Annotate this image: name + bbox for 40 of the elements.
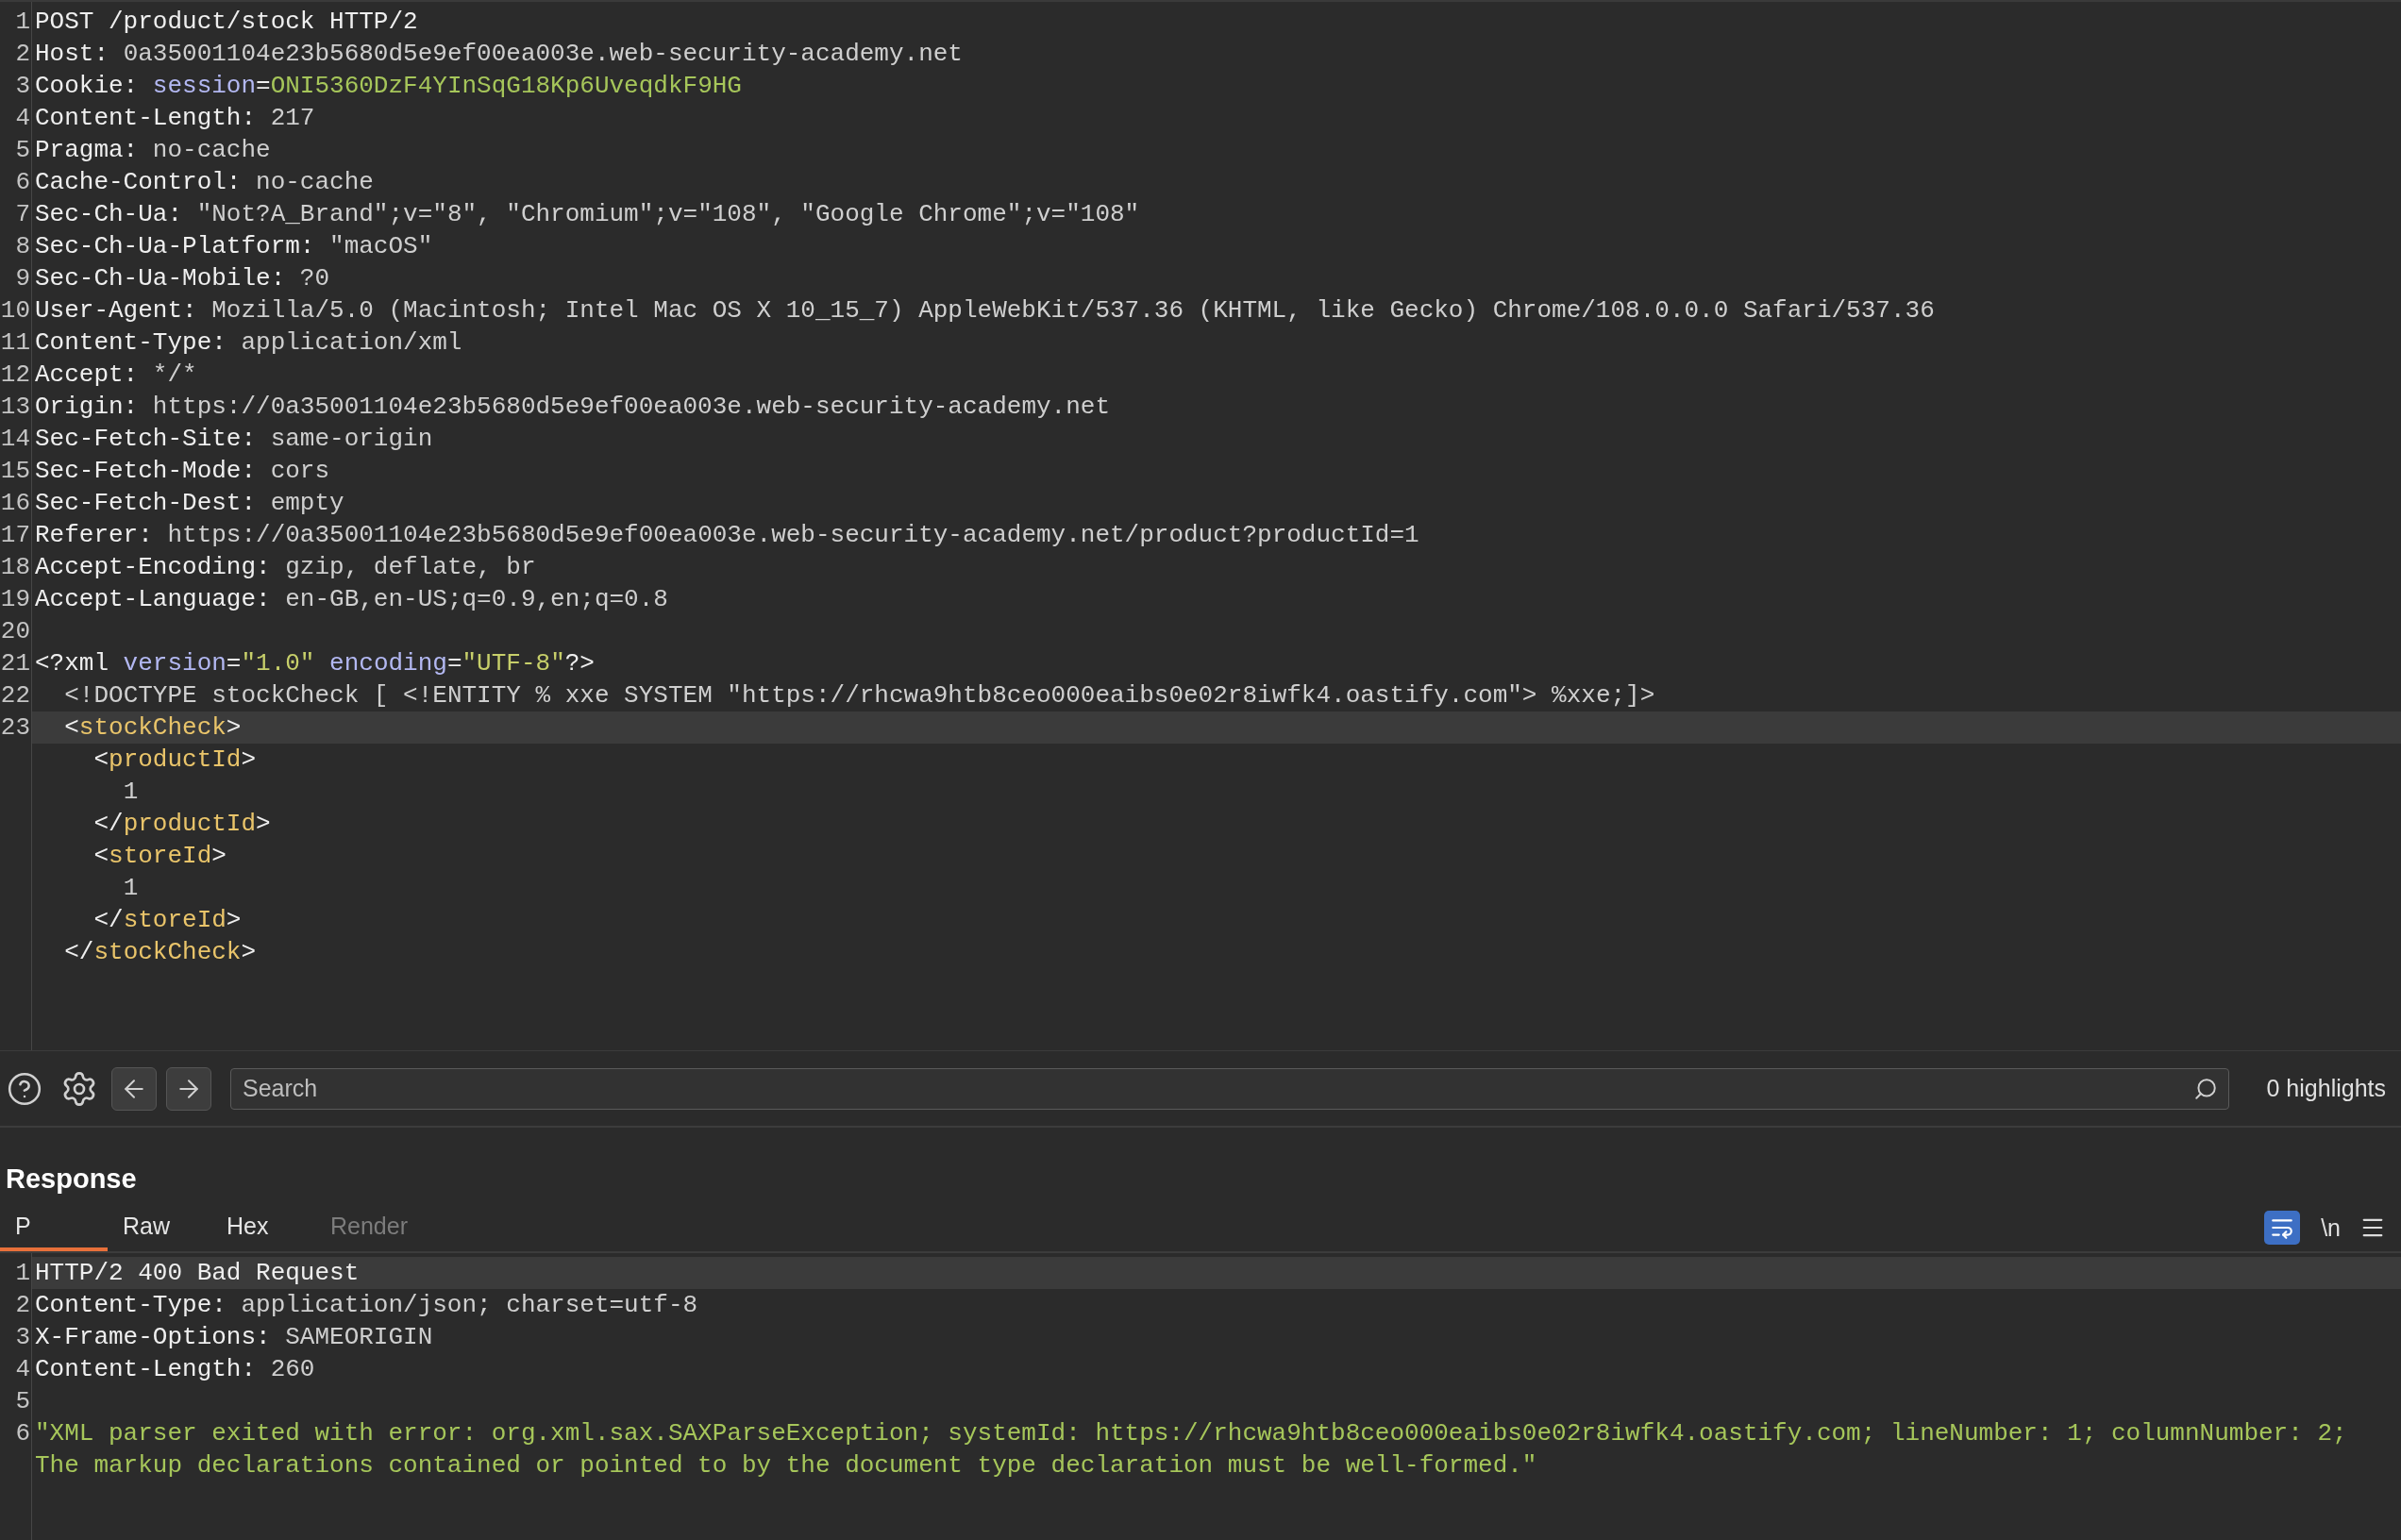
line-number: 6 xyxy=(14,1418,30,1449)
highlights-count: 0 highlights xyxy=(2266,1075,2386,1102)
line-number: 11 xyxy=(0,327,30,359)
line-number: 17 xyxy=(0,520,30,551)
line-number: 2 xyxy=(14,39,30,70)
response-title: Response xyxy=(5,1163,138,1196)
view-tab[interactable]: Hex xyxy=(211,1204,315,1251)
line-number: 7 xyxy=(14,199,30,230)
line-number: 12 xyxy=(0,360,30,391)
line-number: 16 xyxy=(0,488,30,519)
line-number: 18 xyxy=(0,552,30,583)
line-number: 9 xyxy=(14,263,30,294)
line-number: 4 xyxy=(14,1354,30,1385)
wrap-toggle[interactable] xyxy=(2264,1211,2301,1245)
line-number: 3 xyxy=(14,71,30,102)
search-icon[interactable] xyxy=(2192,1076,2218,1101)
line-number: 23 xyxy=(0,712,30,744)
line-number: 1 xyxy=(14,7,30,38)
line-number: 20 xyxy=(0,616,30,647)
line-number: 4 xyxy=(14,103,30,134)
line-number: 15 xyxy=(0,456,30,487)
line-number: 3 xyxy=(14,1322,30,1353)
line-number: 2 xyxy=(14,1290,30,1321)
line-number: 5 xyxy=(14,1386,30,1417)
view-tab[interactable]: P xyxy=(0,1204,108,1251)
line-number: 21 xyxy=(0,648,30,679)
line-number: 8 xyxy=(14,231,30,262)
line-number: 22 xyxy=(0,680,30,711)
line-number: 14 xyxy=(0,424,30,455)
line-number: 6 xyxy=(14,167,30,198)
search-field[interactable]: Search xyxy=(230,1067,2229,1110)
line-number: 5 xyxy=(14,135,30,166)
forward-button[interactable] xyxy=(166,1066,211,1111)
newline-toggle[interactable]: \n xyxy=(2315,1214,2346,1242)
line-number: 19 xyxy=(0,584,30,615)
line-number: 13 xyxy=(0,392,30,423)
view-tab[interactable]: Raw xyxy=(108,1204,211,1251)
line-number: 1 xyxy=(14,1258,30,1289)
line-number: 10 xyxy=(0,295,30,326)
back-button[interactable] xyxy=(111,1066,157,1111)
